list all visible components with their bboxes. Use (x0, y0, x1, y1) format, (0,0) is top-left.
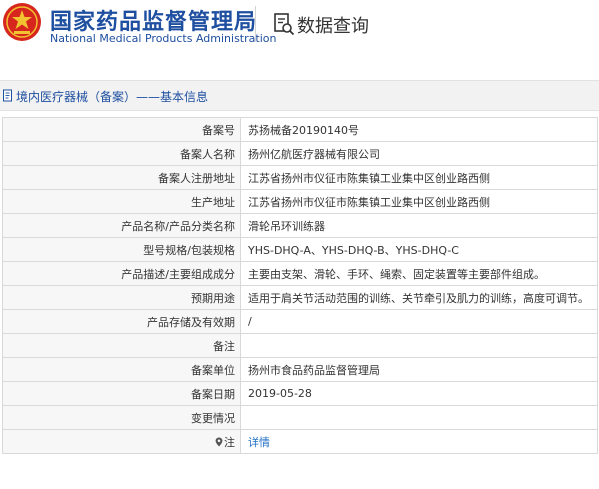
field-value: 滑轮吊环训练器 (240, 213, 598, 238)
record-info-table: 备案号 苏扬械备20190140号 备案人名称 扬州亿航医疗器械有限公司 备案人注册地址… (2, 117, 598, 454)
table-row: 产品描述/主要组成成分 主要由支架、滑轮、手环、绳索、固定装置等主要部件组成。 (2, 261, 598, 286)
field-value: 扬州市食品药品监督管理局 (240, 357, 598, 382)
field-label: 变更情况 (2, 405, 241, 430)
field-value: 江苏省扬州市仪征市陈集镇工业集中区创业路西侧 (240, 189, 598, 214)
org-name-en: National Medical Products Administration (50, 32, 277, 45)
field-label: 备案人注册地址 (2, 165, 241, 190)
field-label: 备案号 (2, 117, 241, 142)
table-row: 备注 (2, 333, 598, 358)
field-value: 苏扬械备20190140号 (240, 117, 598, 142)
field-value: 适用于肩关节活动范围的训练、关节牵引及肌力的训练，高度可调节。 (240, 285, 598, 310)
field-label: 备案日期 (2, 381, 241, 406)
field-value: 2019-05-28 (240, 381, 598, 406)
table-row: 备案人名称 扬州亿航医疗器械有限公司 (2, 141, 598, 166)
field-value (240, 405, 598, 430)
note-label-cell: 注 (2, 429, 241, 454)
field-value (240, 333, 598, 358)
table-row: 备案号 苏扬械备20190140号 (2, 117, 598, 142)
field-label: 预期用途 (2, 285, 241, 310)
field-value: YHS-DHQ-A、YHS-DHQ-B、YHS-DHQ-C (240, 237, 598, 262)
field-label: 产品描述/主要组成成分 (2, 261, 241, 286)
field-label: 备案人名称 (2, 141, 241, 166)
breadcrumb[interactable]: 境内医疗器械（备案）——基本信息 (16, 88, 208, 105)
field-label: 备案单位 (2, 357, 241, 382)
field-label: 产品存储及有效期 (2, 309, 241, 334)
site-header: 国家药品监督管理局 National Medical Products Admi… (0, 0, 599, 60)
nmpa-emblem-icon[interactable] (2, 2, 42, 42)
field-value: / (240, 309, 598, 334)
table-row: 预期用途 适用于肩关节活动范围的训练、关节牵引及肌力的训练，高度可调节。 (2, 285, 598, 310)
query-title: 数据查询 (297, 16, 369, 37)
field-label: 产品名称/产品分类名称 (2, 213, 241, 238)
breadcrumb-bar: 境内医疗器械（备案）——基本信息 (0, 80, 599, 111)
note-value-cell: 详情 (240, 429, 598, 454)
field-label: 型号规格/包装规格 (2, 237, 241, 262)
field-value: 扬州亿航医疗器械有限公司 (240, 141, 598, 166)
table-row: 备案人注册地址 江苏省扬州市仪征市陈集镇工业集中区创业路西侧 (2, 165, 598, 190)
document-icon (3, 89, 12, 102)
table-row: 产品名称/产品分类名称 滑轮吊环训练器 (2, 213, 598, 238)
table-row: 备案单位 扬州市食品药品监督管理局 (2, 357, 598, 382)
field-value: 江苏省扬州市仪征市陈集镇工业集中区创业路西侧 (240, 165, 598, 190)
record-info-body: 备案号 苏扬械备20190140号 备案人名称 扬州亿航医疗器械有限公司 备案人注册地址… (2, 117, 598, 454)
detail-link[interactable]: 详情 (248, 436, 270, 449)
table-row: 型号规格/包装规格 YHS-DHQ-A、YHS-DHQ-B、YHS-DHQ-C (2, 237, 598, 262)
field-label: 生产地址 (2, 189, 241, 214)
field-label: 备注 (2, 333, 241, 358)
table-row: 生产地址 江苏省扬州市仪征市陈集镇工业集中区创业路西侧 (2, 189, 598, 214)
document-search-icon (274, 13, 295, 36)
table-row: 变更情况 (2, 405, 598, 430)
pin-icon (215, 437, 223, 446)
table-row: 备案日期 2019-05-28 (2, 381, 598, 406)
table-row-note: 注详情 (2, 429, 598, 454)
header-divider (255, 6, 256, 42)
field-value: 主要由支架、滑轮、手环、绳索、固定装置等主要部件组成。 (240, 261, 598, 286)
note-label: 注 (224, 435, 235, 449)
table-row: 产品存储及有效期 / (2, 309, 598, 334)
